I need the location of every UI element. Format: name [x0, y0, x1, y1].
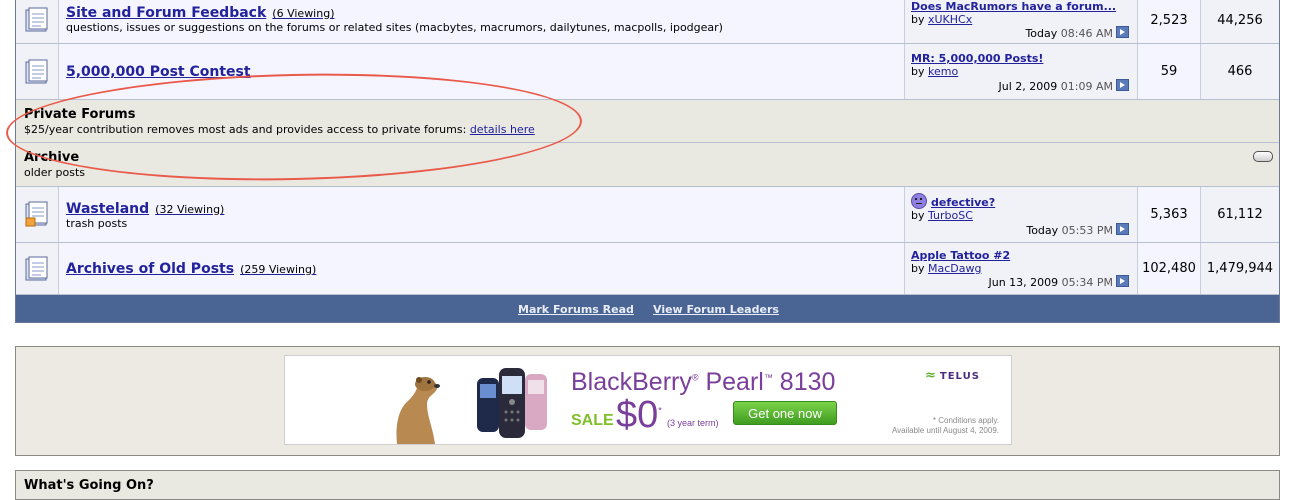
- viewing-count: (32 Viewing): [155, 203, 225, 216]
- sad-emote-icon: [911, 193, 927, 209]
- forum-title-link[interactable]: Wasteland (32 Viewing): [66, 201, 224, 217]
- posts-cell: 44,256: [1201, 0, 1279, 43]
- threads-cell: 2,523: [1138, 0, 1201, 43]
- category-title: Archive: [24, 150, 80, 165]
- last-post-title-link[interactable]: Does MacRumors have a forum...: [911, 0, 1116, 13]
- go-to-last-post-icon[interactable]: [1116, 26, 1129, 38]
- forum-status-cell: [16, 0, 59, 43]
- category-description: older posts: [24, 166, 86, 179]
- last-post-author: by kemo: [911, 65, 959, 78]
- forum-info-cell: 5,000,000 Post Contest: [59, 44, 904, 99]
- forum-status-cell: [16, 44, 59, 99]
- mark-forums-read-link[interactable]: Mark Forums Read: [518, 303, 634, 316]
- meerkat-image: [396, 377, 440, 444]
- threads-cell: 59: [1138, 44, 1201, 99]
- thread-count: 2,523: [1150, 13, 1188, 28]
- go-to-last-post-icon[interactable]: [1116, 79, 1129, 91]
- forum-title-link[interactable]: Site and Forum Feedback (6 Viewing): [66, 5, 335, 21]
- last-post-date: Jul 2, 2009 01:09 AM: [999, 79, 1129, 93]
- last-post-author: by MacDawg: [911, 262, 982, 275]
- posts-cell: 1,479,944: [1201, 243, 1279, 294]
- last-post-user-link[interactable]: kemo: [928, 65, 958, 78]
- view-forum-leaders-link[interactable]: View Forum Leaders: [653, 303, 779, 316]
- last-post-user-link[interactable]: xUKHCx: [928, 13, 972, 26]
- last-post-user-link[interactable]: MacDawg: [928, 262, 981, 275]
- details-here-link[interactable]: details here: [470, 123, 535, 136]
- forum-title-link[interactable]: Archives of Old Posts (259 Viewing): [66, 261, 316, 277]
- ad-price: $0*: [616, 394, 662, 436]
- forum-row: Site and Forum Feedback (6 Viewing) quest…: [16, 0, 1279, 44]
- last-post-cell: Apple Tattoo #2 by MacDawg Jun 13, 2009 …: [904, 243, 1138, 294]
- forum-table: Site and Forum Feedback (6 Viewing) quest…: [15, 0, 1280, 323]
- forum-description: questions, issues or suggestions on the …: [66, 21, 723, 34]
- forum-status-cell: [16, 187, 59, 242]
- forum-row: 5,000,000 Post Contest MR: 5,000,000 Pos…: [16, 44, 1279, 100]
- viewing-count: (6 Viewing): [272, 7, 335, 20]
- collapse-toggle-icon[interactable]: [1253, 151, 1273, 162]
- ad-headline: BlackBerry® Pearl™ 8130: [571, 368, 836, 396]
- post-count: 1,479,944: [1206, 261, 1274, 276]
- threads-cell: 102,480: [1138, 243, 1201, 294]
- whats-going-on-panel: What's Going On?: [15, 470, 1280, 500]
- last-post-cell: Does MacRumors have a forum... by xUKHCx…: [904, 0, 1138, 43]
- phones-image: [477, 368, 547, 438]
- last-post-cell: defective? by TurboSC Today 05:53 PM: [904, 187, 1138, 242]
- post-count: 44,256: [1217, 13, 1263, 28]
- viewing-count: (259 Viewing): [240, 263, 317, 276]
- post-count: 61,112: [1217, 207, 1263, 222]
- forum-info-cell: Site and Forum Feedback (6 Viewing) quest…: [59, 0, 904, 43]
- last-post-title-link[interactable]: MR: 5,000,000 Posts!: [911, 52, 1043, 65]
- telus-logo: ≈ TELUS: [925, 368, 980, 383]
- forum-info-cell: Archives of Old Posts (259 Viewing): [59, 243, 904, 294]
- last-post-cell: MR: 5,000,000 Posts! by kemo Jul 2, 2009…: [904, 44, 1138, 99]
- forum-row: Wasteland (32 Viewing) trash posts defect…: [16, 187, 1279, 243]
- last-post-date: Today 08:46 AM: [1025, 26, 1129, 40]
- forum-status-icon: [25, 256, 48, 281]
- last-post-author: by TurboSC: [911, 209, 973, 222]
- post-count: 466: [1227, 64, 1253, 79]
- forum-status-icon: [25, 7, 48, 32]
- forum-row: Archives of Old Posts (259 Viewing) Apple…: [16, 243, 1279, 295]
- category-title: Private Forums: [24, 107, 136, 122]
- thread-count: 59: [1160, 64, 1178, 79]
- forum-status-cell: [16, 243, 59, 294]
- forum-status-icon: [25, 59, 48, 84]
- thread-count: 5,363: [1150, 207, 1188, 222]
- forum-title-link[interactable]: 5,000,000 Post Contest: [66, 64, 251, 80]
- category-description: $25/year contribution removes most ads a…: [24, 123, 535, 136]
- go-to-last-post-icon[interactable]: [1116, 223, 1129, 235]
- last-post-date: Today 05:53 PM: [1026, 223, 1129, 237]
- ad-term: (3 year term): [667, 418, 719, 428]
- ad-fine-print: * Conditions apply. Available until Augus…: [891, 416, 999, 435]
- last-post-title-link[interactable]: defective?: [911, 193, 995, 209]
- last-post-title-link[interactable]: Apple Tattoo #2: [911, 249, 1010, 262]
- last-post-user-link[interactable]: TurboSC: [928, 209, 973, 222]
- forum-status-icon: [25, 201, 48, 227]
- get-one-now-button[interactable]: Get one now: [733, 401, 837, 425]
- forum-info-cell: Wasteland (32 Viewing) trash posts: [59, 187, 904, 242]
- thread-count: 102,480: [1142, 261, 1196, 276]
- forum-footer-bar: Mark Forums Read View Forum Leaders: [16, 295, 1279, 322]
- last-post-author: by xUKHCx: [911, 13, 973, 26]
- threads-cell: 5,363: [1138, 187, 1201, 242]
- posts-cell: 466: [1201, 44, 1279, 99]
- private-forums-category: Private Forums $25/year contribution rem…: [16, 100, 1279, 143]
- telus-mark-icon: ≈: [925, 368, 937, 383]
- whats-going-on-title: What's Going On?: [24, 478, 154, 493]
- go-to-last-post-icon[interactable]: [1116, 275, 1129, 287]
- forum-description: trash posts: [66, 217, 128, 230]
- ad-panel: BlackBerry® Pearl™ 8130 SALE $0* (3 year…: [15, 346, 1280, 456]
- posts-cell: 61,112: [1201, 187, 1279, 242]
- ad-banner[interactable]: BlackBerry® Pearl™ 8130 SALE $0* (3 year…: [284, 355, 1012, 445]
- ad-sale-label: SALE: [571, 412, 614, 429]
- archive-category: Archive older posts: [16, 143, 1279, 187]
- last-post-date: Jun 13, 2009 05:34 PM: [989, 275, 1129, 289]
